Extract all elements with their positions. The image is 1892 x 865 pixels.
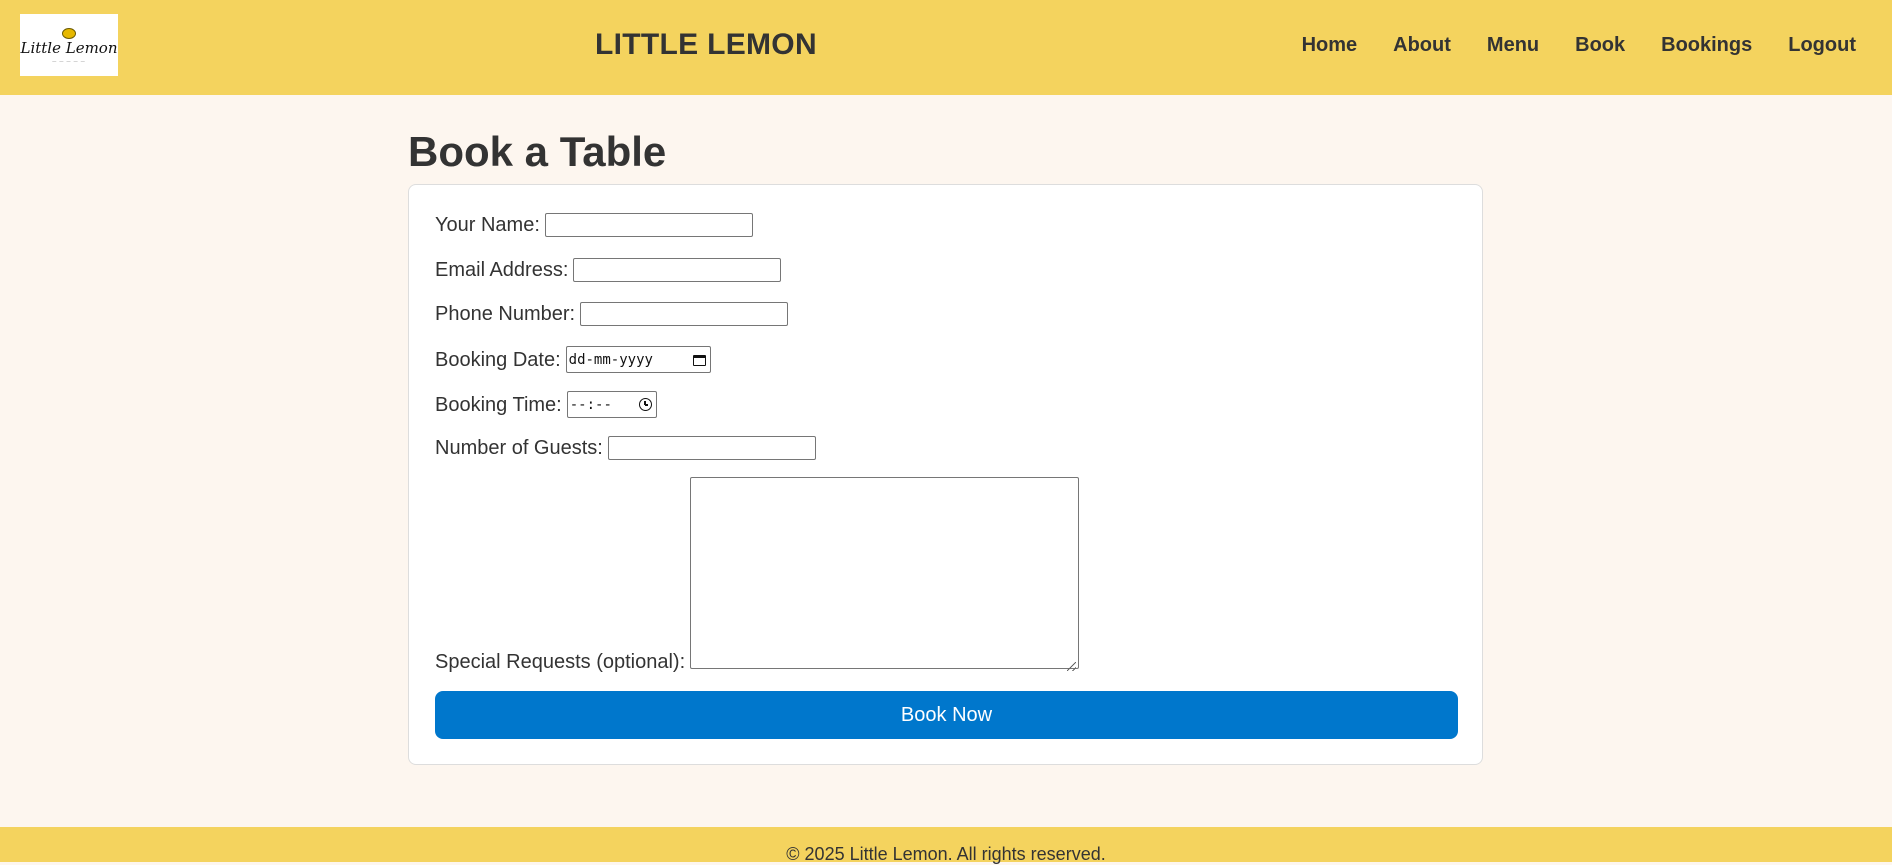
name-input[interactable]: [544, 213, 753, 237]
site-footer: © 2025 Little Lemon. All rights reserved…: [0, 827, 1892, 864]
phone-input[interactable]: [580, 302, 789, 326]
copyright-text: © 2025 Little Lemon. All rights reserved…: [786, 844, 1106, 864]
nav-menu[interactable]: Menu: [1487, 33, 1539, 57]
requests-row: Special Requests (optional):: [435, 477, 1080, 674]
guests-input[interactable]: [607, 436, 816, 460]
booking-form: Your Name: Email Address: Phone Number: …: [408, 184, 1483, 765]
time-placeholder: --:--: [569, 396, 612, 413]
site-header: Little Lemon — — — — — LITTLE LEMON Home…: [0, 0, 1892, 95]
clock-icon[interactable]: [638, 398, 652, 411]
phone-row: Phone Number:: [435, 302, 789, 326]
nav-about[interactable]: About: [1393, 33, 1451, 57]
lemon-icon: [62, 27, 76, 39]
main-nav: Home About Menu Book Bookings Logout: [1302, 33, 1856, 57]
email-label: Email Address:: [435, 259, 569, 281]
email-row: Email Address:: [435, 258, 782, 282]
site-title: LITTLE LEMON: [595, 28, 817, 61]
resize-handle-icon[interactable]: [1067, 662, 1077, 671]
logo-text: Little Lemon: [20, 38, 118, 57]
time-row: Booking Time: --:--: [435, 391, 657, 418]
date-input[interactable]: dd-mm-yyyy: [565, 346, 711, 373]
requests-label: Special Requests (optional):: [435, 651, 686, 673]
logo-tagline-mark: — — — — —: [52, 57, 86, 63]
nav-bookings[interactable]: Bookings: [1661, 33, 1752, 57]
guests-row: Number of Guests:: [435, 436, 816, 460]
date-label: Booking Date:: [435, 348, 561, 371]
nav-logout[interactable]: Logout: [1788, 33, 1856, 57]
requests-wrap: [690, 477, 1080, 674]
nav-book[interactable]: Book: [1575, 33, 1625, 57]
time-label: Booking Time:: [435, 393, 562, 416]
phone-label: Phone Number:: [435, 303, 576, 325]
time-input[interactable]: --:--: [566, 391, 657, 418]
page-title: Book a Table: [408, 128, 667, 175]
date-row: Booking Date: dd-mm-yyyy: [435, 346, 711, 373]
calendar-icon[interactable]: [692, 353, 706, 366]
requests-textarea[interactable]: [690, 477, 1080, 669]
logo[interactable]: Little Lemon — — — — —: [20, 14, 118, 76]
nav-home[interactable]: Home: [1302, 33, 1358, 57]
name-row: Your Name:: [435, 213, 753, 237]
guests-label: Number of Guests:: [435, 437, 603, 459]
name-label: Your Name:: [435, 214, 540, 236]
date-placeholder: dd-mm-yyyy: [568, 351, 653, 368]
email-input[interactable]: [573, 258, 782, 282]
book-now-button[interactable]: Book Now: [435, 691, 1458, 739]
